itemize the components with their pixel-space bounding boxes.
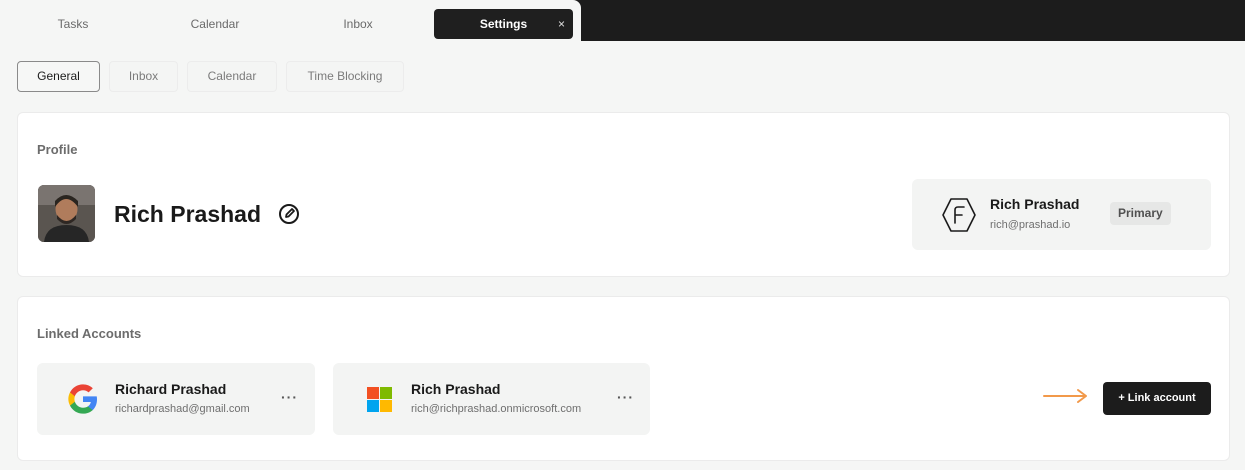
primary-badge: Primary <box>1110 202 1171 225</box>
subtab-general[interactable]: General <box>17 61 100 92</box>
edit-icon[interactable] <box>277 202 301 226</box>
tab-settings[interactable]: Settings × <box>434 9 573 39</box>
more-options-icon[interactable]: ··· <box>281 389 298 405</box>
google-icon <box>68 384 97 414</box>
microsoft-account-name: Rich Prashad <box>411 381 501 397</box>
top-tab-bar: Tasks Calendar Inbox Settings × <box>0 0 1245 41</box>
linked-accounts-card: Linked Accounts Richard Prashad richardp… <box>17 296 1230 461</box>
linked-account-google[interactable]: Richard Prashad richardprashad@gmail.com… <box>37 363 315 435</box>
profile-name: Rich Prashad <box>114 201 261 227</box>
more-options-icon[interactable]: ··· <box>617 389 634 405</box>
profile-card: Profile Rich Prashad Rich Prashad rich@p… <box>17 112 1230 277</box>
avatar-photo <box>38 185 95 242</box>
google-account-name: Richard Prashad <box>115 381 227 397</box>
primary-account-email: rich@prashad.io <box>990 219 1071 231</box>
google-account-email: richardprashad@gmail.com <box>115 403 250 415</box>
linked-account-microsoft[interactable]: Rich Prashad rich@richprashad.onmicrosof… <box>333 363 650 435</box>
subtab-time-blocking[interactable]: Time Blocking <box>286 61 404 92</box>
tab-inbox[interactable]: Inbox <box>313 9 403 39</box>
arrow-right-icon <box>1043 389 1087 403</box>
tab-calendar[interactable]: Calendar <box>170 9 260 39</box>
avatar <box>38 185 95 242</box>
app-logo-icon <box>942 198 976 232</box>
tab-settings-label: Settings <box>479 17 528 31</box>
primary-account-box: Rich Prashad rich@prashad.io Primary <box>912 179 1211 250</box>
microsoft-account-email: rich@richprashad.onmicrosoft.com <box>411 403 582 415</box>
subtab-inbox[interactable]: Inbox <box>109 61 178 92</box>
microsoft-icon <box>367 387 392 412</box>
profile-section-title: Profile <box>37 142 78 157</box>
linked-accounts-section-title: Linked Accounts <box>37 326 142 341</box>
tab-tasks[interactable]: Tasks <box>28 9 118 39</box>
primary-account-name: Rich Prashad <box>990 196 1080 212</box>
link-account-button[interactable]: + Link account <box>1103 382 1211 415</box>
subtab-calendar[interactable]: Calendar <box>187 61 277 92</box>
close-icon[interactable]: × <box>558 9 565 39</box>
